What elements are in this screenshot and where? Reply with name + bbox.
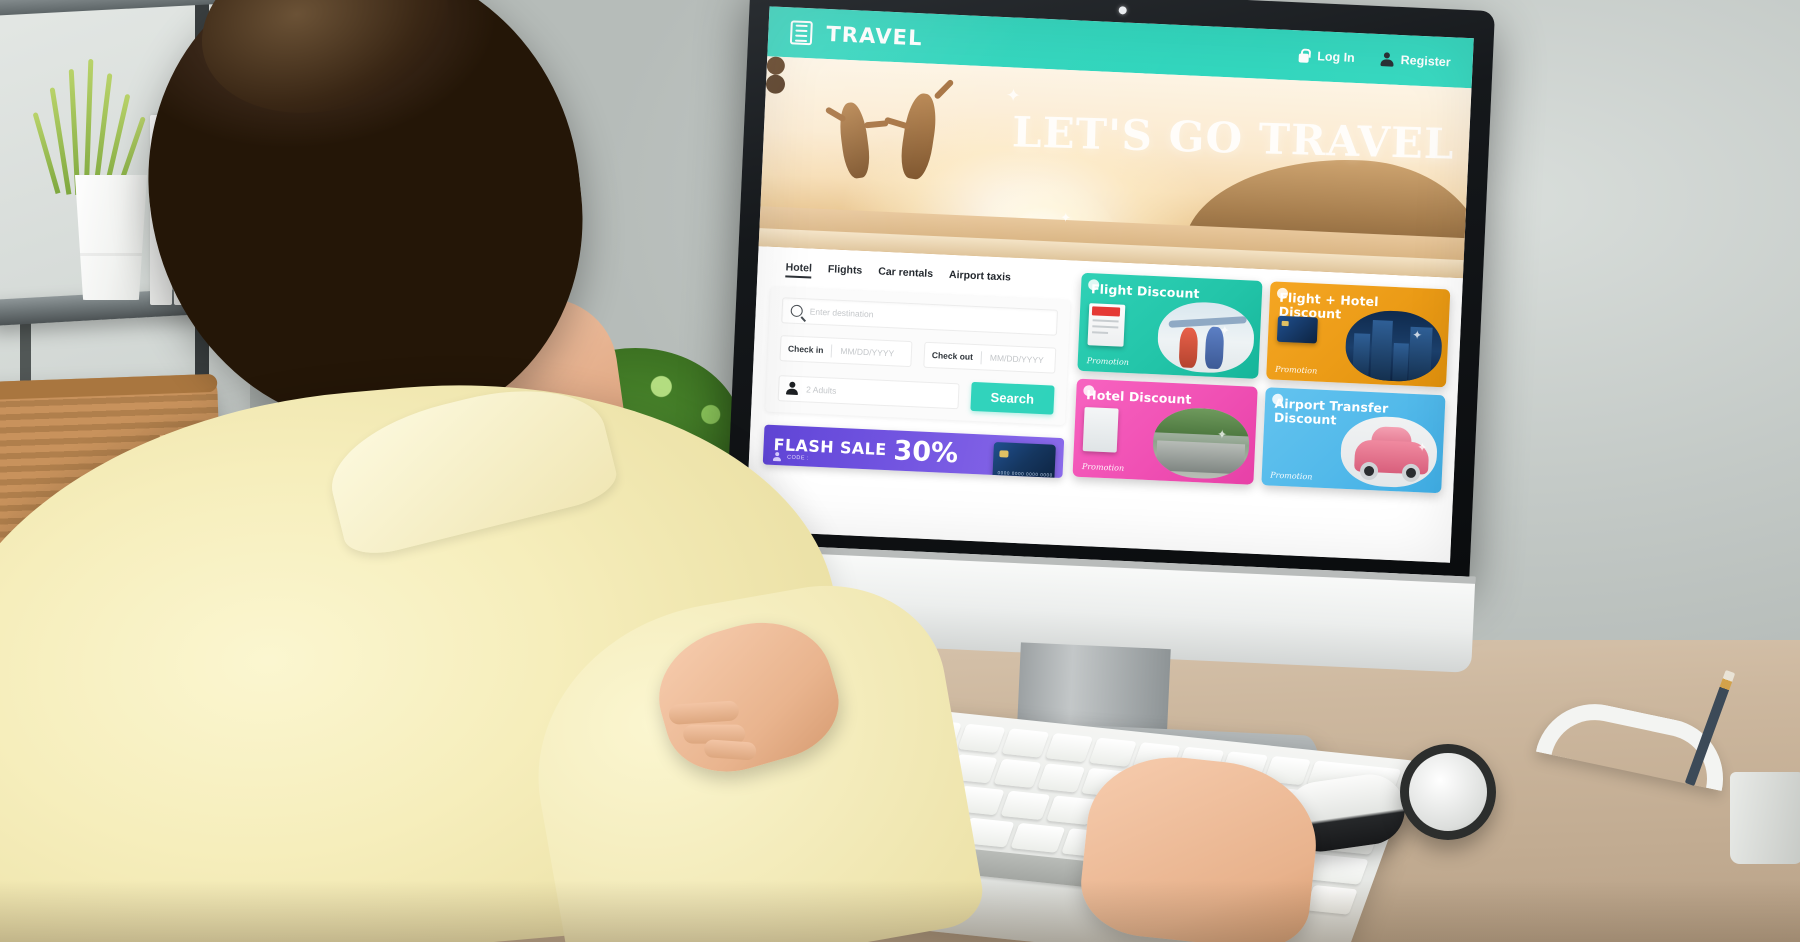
user-icon bbox=[1380, 52, 1394, 67]
webcam-icon bbox=[1118, 6, 1127, 15]
checkout-label: Check out bbox=[931, 350, 974, 362]
flash-sale-banner[interactable]: FLASH SALE 30% CODE : 0000 0000 0000 000… bbox=[762, 424, 1065, 479]
checkin-input[interactable]: Check in MM/DD/YYYY bbox=[779, 335, 913, 368]
promo-card-flight-hotel-discount[interactable]: Flight + Hotel Discount ✦ Promotion bbox=[1265, 281, 1451, 388]
field-divider bbox=[831, 343, 833, 358]
guests-input[interactable]: 2 Adults bbox=[777, 374, 960, 409]
page-body: Hotel Flights Car rentals Airport taxis … bbox=[745, 246, 1463, 563]
tab-airport-taxis[interactable]: Airport taxis bbox=[949, 269, 1011, 288]
headphone-cup-near bbox=[1400, 744, 1496, 840]
search-tabs: Hotel Flights Car rentals Airport taxis bbox=[785, 261, 1071, 290]
login-button[interactable]: Log In bbox=[1298, 48, 1355, 65]
checkin-placeholder: MM/DD/YYYY bbox=[840, 345, 895, 359]
promo-card-flight-discount[interactable]: Flight Discount ✦ Promotion bbox=[1077, 272, 1263, 379]
tab-hotel[interactable]: Hotel bbox=[785, 261, 813, 279]
promo-card-hotel-discount[interactable]: Hotel Discount ✦ Promotion bbox=[1072, 378, 1258, 485]
sparkle-icon: ✦ bbox=[1416, 440, 1428, 455]
person-icon bbox=[773, 452, 781, 461]
register-label: Register bbox=[1400, 53, 1451, 70]
destination-placeholder: Enter destination bbox=[809, 306, 874, 320]
promo-title: Airport Transfer Discount bbox=[1273, 395, 1389, 428]
promo-card-airport-transfer-discount[interactable]: Airport Transfer Discount ✦ Promotion bbox=[1260, 387, 1446, 494]
date-row: Check in MM/DD/YYYY Check out MM/DD/YYYY bbox=[779, 335, 1057, 374]
field-divider bbox=[980, 350, 983, 364]
hero-banner: ✦ ✦ LET'S GO TRAVEL bbox=[758, 56, 1472, 279]
monitor-bezel: TRAVEL Log In Register ✦ ✦ LET'S GO TRAV… bbox=[724, 0, 1496, 581]
sparkle-icon: ✦ bbox=[1411, 327, 1423, 343]
jumping-person-left-head bbox=[765, 56, 786, 76]
credit-card-icon bbox=[1276, 315, 1318, 344]
tab-car-rentals[interactable]: Car rentals bbox=[878, 266, 933, 284]
beach-friends-photo bbox=[1155, 300, 1255, 375]
search-form: Enter destination Check in MM/DD/YYYY Ch… bbox=[765, 286, 1071, 426]
guests-value: 2 Adults bbox=[805, 383, 837, 396]
flash-sale-percent: 30% bbox=[892, 434, 959, 469]
search-column: Hotel Flights Car rentals Airport taxis … bbox=[760, 257, 1072, 545]
promo-grid: Flight Discount ✦ Promotion Flight + Hot… bbox=[1069, 271, 1451, 562]
jumping-person-right-head bbox=[765, 74, 786, 95]
hotel-terrace-photo bbox=[1151, 406, 1251, 481]
promo-title: Flight Discount bbox=[1090, 281, 1200, 302]
promo-label: Promotion bbox=[1274, 364, 1318, 376]
guests-row: 2 Adults Search bbox=[777, 373, 1055, 415]
destination-input[interactable]: Enter destination bbox=[781, 297, 1059, 336]
flash-sale-code: CODE : bbox=[786, 454, 810, 462]
promo-label: Promotion bbox=[1086, 356, 1130, 367]
sparkle-icon: ✦ bbox=[1059, 209, 1072, 226]
hero-title: LET'S GO TRAVEL bbox=[1011, 107, 1456, 169]
checkout-input[interactable]: Check out MM/DD/YYYY bbox=[923, 341, 1057, 374]
register-button[interactable]: Register bbox=[1380, 52, 1451, 69]
site-brand[interactable]: TRAVEL bbox=[826, 22, 924, 50]
lock-icon bbox=[1298, 48, 1311, 63]
promo-label: Promotion bbox=[1270, 470, 1313, 482]
ticket-icon bbox=[1087, 303, 1126, 347]
credit-card-icon: 0000 0000 0000 0000 bbox=[992, 441, 1056, 479]
desk-scene: TRAVEL Log In Register ✦ ✦ LET'S GO TRAV… bbox=[0, 0, 1800, 942]
login-label: Log In bbox=[1316, 49, 1356, 65]
person-icon bbox=[786, 381, 799, 395]
hamburger-icon[interactable] bbox=[789, 20, 813, 46]
header-actions: Log In Register bbox=[1298, 48, 1451, 69]
pencil-cup bbox=[1730, 772, 1800, 864]
desk-shadow bbox=[0, 880, 1800, 942]
poster-icon bbox=[1082, 407, 1119, 453]
checkout-placeholder: MM/DD/YYYY bbox=[989, 352, 1044, 366]
checkin-label: Check in bbox=[787, 343, 824, 356]
search-button[interactable]: Search bbox=[969, 381, 1055, 415]
sparkle-icon: ✦ bbox=[1005, 85, 1022, 106]
white-plant-pot bbox=[74, 175, 148, 300]
jumping-person-left bbox=[836, 100, 873, 180]
website-viewport[interactable]: TRAVEL Log In Register ✦ ✦ LET'S GO TRAV… bbox=[745, 6, 1474, 563]
sparkle-icon: ✦ bbox=[1219, 323, 1231, 338]
jumping-person-right bbox=[897, 91, 941, 181]
sparkle-icon: ✦ bbox=[1216, 427, 1228, 442]
promo-label: Promotion bbox=[1081, 461, 1125, 473]
tab-flights[interactable]: Flights bbox=[827, 263, 863, 281]
search-icon bbox=[790, 304, 803, 318]
